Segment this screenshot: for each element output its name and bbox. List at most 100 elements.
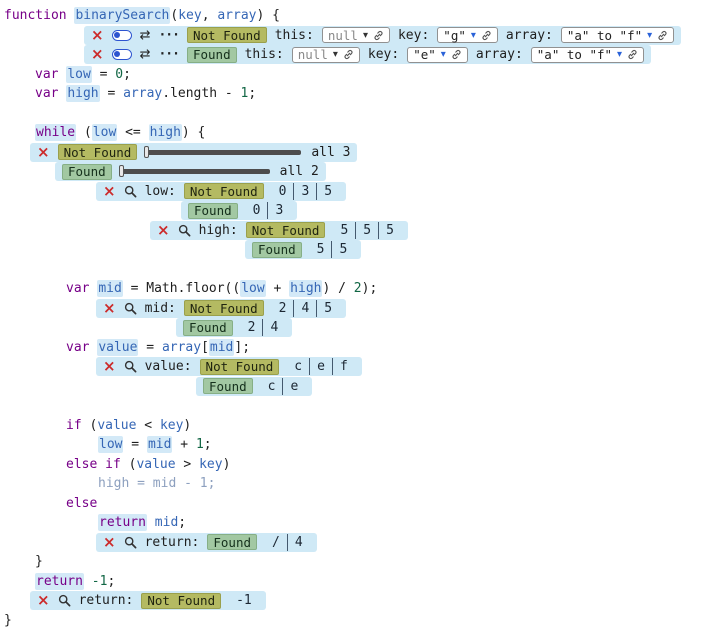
status-badge[interactable]: Found: [207, 534, 257, 550]
remove-probe-button[interactable]: ×: [103, 184, 116, 199]
remove-probe-button[interactable]: ×: [157, 223, 170, 238]
value-cell[interactable]: e: [309, 358, 332, 375]
this-label: this:: [245, 47, 284, 62]
value-cell[interactable]: 4: [287, 534, 310, 551]
value-cell[interactable]: 3: [293, 183, 316, 200]
code-token[interactable]: binarySearch: [74, 7, 170, 24]
slider-knob[interactable]: [144, 146, 149, 158]
magnifier-icon[interactable]: [124, 536, 137, 549]
code-line: return mid;: [4, 513, 712, 533]
value-cell[interactable]: 4: [262, 319, 285, 336]
enable-toggle[interactable]: [112, 30, 132, 41]
value-cell[interactable]: 5: [333, 222, 355, 239]
key-dropdown[interactable]: "g"▾: [437, 27, 498, 43]
status-badge[interactable]: Not Found: [184, 300, 264, 316]
status-badge[interactable]: Found: [187, 47, 237, 63]
iteration-slider[interactable]: [120, 169, 270, 174]
magnifier-icon[interactable]: [124, 185, 137, 198]
status-badge[interactable]: Not Found: [246, 222, 326, 238]
status-badge[interactable]: Found: [62, 164, 112, 180]
status-badge[interactable]: Not Found: [141, 593, 221, 609]
value-cell[interactable]: /: [265, 534, 287, 551]
value-cell[interactable]: 2: [241, 319, 263, 336]
link-icon: [373, 30, 384, 41]
value-cell[interactable]: 4: [293, 300, 316, 317]
iteration-slider[interactable]: [145, 150, 301, 155]
code-token[interactable]: mid: [97, 280, 122, 297]
code-token[interactable]: low: [66, 66, 91, 83]
value-cell[interactable]: 5: [378, 222, 401, 239]
value-cell[interactable]: 5: [316, 300, 339, 317]
swap-calls-icon[interactable]: ⇄: [140, 28, 151, 43]
value-cell[interactable]: c: [287, 358, 309, 375]
code-token: (: [121, 457, 137, 472]
code-token[interactable]: while: [35, 124, 76, 141]
remove-probe-button[interactable]: ×: [103, 301, 116, 316]
value-cell[interactable]: 5: [310, 241, 332, 258]
code-token[interactable]: return: [35, 573, 84, 590]
slider-range-label: all 3: [311, 145, 350, 160]
code-token[interactable]: value: [97, 339, 138, 356]
code-line: }: [4, 611, 712, 630]
array-dropdown[interactable]: "a" to "f"▾: [561, 27, 674, 43]
slider-knob[interactable]: [119, 165, 124, 177]
code-line: var value = array[mid];: [4, 338, 712, 358]
status-badge[interactable]: Found: [203, 378, 253, 394]
this-dropdown[interactable]: null▾: [322, 27, 390, 43]
status-badge[interactable]: Not Found: [187, 27, 267, 43]
code-token[interactable]: low: [240, 280, 265, 297]
remove-probe-button[interactable]: ×: [103, 359, 116, 374]
value-cell[interactable]: 5: [355, 222, 378, 239]
link-icon: [627, 49, 638, 60]
enable-toggle[interactable]: [112, 49, 132, 60]
magnifier-icon[interactable]: [124, 302, 137, 315]
code-token[interactable]: high: [149, 124, 182, 141]
loop-widget: × Not Found all 3: [30, 143, 357, 162]
remove-probe-button[interactable]: ×: [91, 47, 104, 62]
code-token: [58, 86, 66, 101]
value-cell[interactable]: 5: [331, 241, 354, 258]
this-dropdown[interactable]: null▾: [292, 47, 360, 63]
more-options-icon[interactable]: ···: [158, 47, 178, 62]
more-options-icon[interactable]: ···: [158, 28, 178, 43]
value-cell[interactable]: 5: [316, 183, 339, 200]
remove-probe-button[interactable]: ×: [103, 535, 116, 550]
status-badge[interactable]: Not Found: [200, 359, 280, 375]
remove-probe-button[interactable]: ×: [37, 145, 50, 160]
code-token[interactable]: low: [98, 436, 123, 453]
status-badge[interactable]: Not Found: [184, 183, 264, 199]
code-token[interactable]: mid: [209, 339, 234, 356]
probe-widget: Foundce: [196, 377, 312, 396]
code-token[interactable]: mid: [147, 436, 172, 453]
value-cell[interactable]: c: [261, 378, 283, 395]
array-dropdown[interactable]: "a" to "f"▾: [531, 47, 644, 63]
value-cell[interactable]: f: [332, 358, 355, 375]
status-badge[interactable]: Not Found: [58, 144, 138, 160]
swap-calls-icon[interactable]: ⇄: [140, 47, 151, 62]
chevron-down-icon: ▾: [441, 49, 446, 60]
magnifier-icon[interactable]: [124, 360, 137, 373]
link-icon: [657, 30, 668, 41]
value-cell[interactable]: e: [282, 378, 305, 395]
code-token[interactable]: return: [98, 514, 147, 531]
status-badge[interactable]: Found: [252, 242, 302, 258]
code-token: else: [66, 457, 97, 472]
status-badge[interactable]: Found: [183, 320, 233, 336]
call-widget: ×⇄···Not Foundthis:null▾key:"g"▾array:"a…: [84, 26, 681, 45]
key-dropdown[interactable]: "e"▾: [407, 47, 468, 63]
code-token[interactable]: high: [289, 280, 322, 297]
remove-probe-button[interactable]: ×: [91, 28, 104, 43]
dropdown-value: "a" to "f": [537, 47, 612, 62]
value-cell[interactable]: 2: [272, 300, 294, 317]
code-token[interactable]: high: [66, 85, 99, 102]
value-cell[interactable]: 0: [246, 202, 268, 219]
magnifier-icon[interactable]: [58, 594, 71, 607]
magnifier-icon[interactable]: [178, 224, 191, 237]
value-cell[interactable]: -1: [229, 592, 259, 609]
code-token[interactable]: low: [92, 124, 117, 141]
status-badge[interactable]: Found: [188, 203, 238, 219]
value-cell[interactable]: 0: [272, 183, 294, 200]
remove-probe-button[interactable]: ×: [37, 593, 50, 608]
value-cell[interactable]: 3: [267, 202, 290, 219]
value-list: ce: [261, 377, 306, 396]
